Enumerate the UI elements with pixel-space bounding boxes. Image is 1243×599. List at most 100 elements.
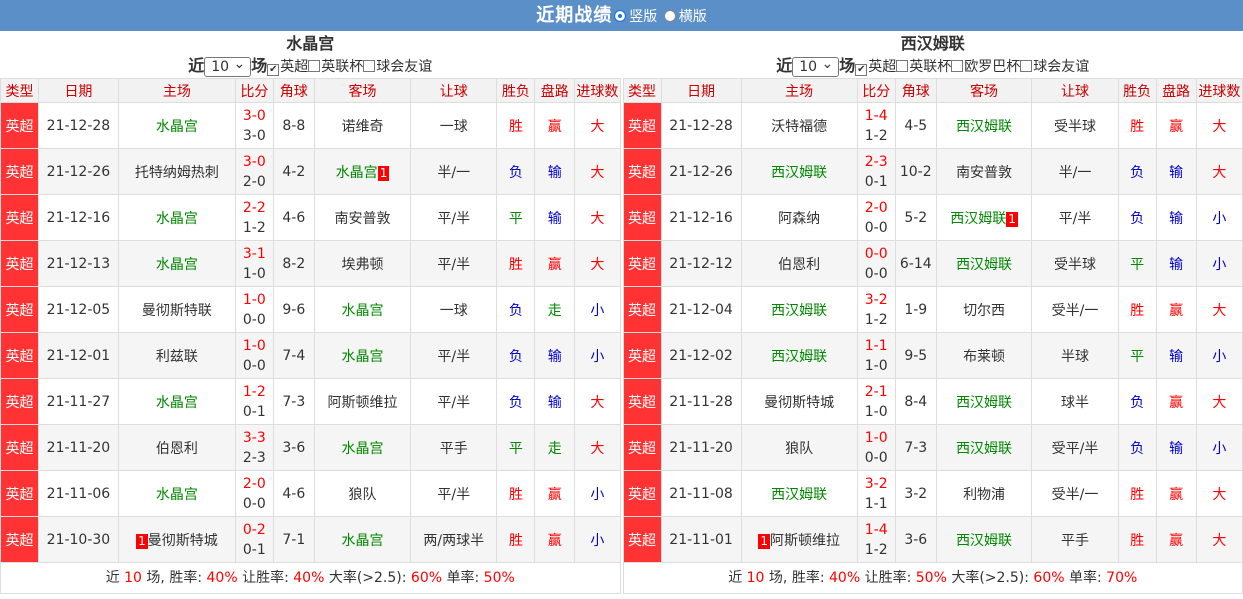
away-team-link[interactable]: 水晶宫 <box>342 533 384 549</box>
score-cell[interactable]: 2-0 0-0 <box>856 194 896 241</box>
table-row[interactable]: 英超 21-11-27 水晶宫 1-2 0-1 7-3 阿斯顿维拉 平/半负输大 <box>0 378 621 425</box>
filter-checkbox[interactable]: ✔ <box>855 64 868 76</box>
away-team-link[interactable]: 阿斯顿维拉 <box>328 395 398 411</box>
horizontal-layout-radio[interactable] <box>663 10 676 22</box>
table-row[interactable]: 英超 21-12-13 水晶宫 3-1 1-0 8-2 埃弗顿 平/半胜赢大 <box>0 240 621 287</box>
away-team-link[interactable]: 西汉姆联 <box>956 533 1012 549</box>
home-team-link[interactable]: 伯恩利 <box>156 441 198 457</box>
table-row[interactable]: 英超 21-12-28 水晶宫 3-0 3-0 8-8 诺维奇 一球胜赢大 <box>0 102 621 149</box>
away-team-link[interactable]: 水晶宫 <box>342 303 384 319</box>
score-cell[interactable]: 3-2 1-2 <box>856 286 896 333</box>
filter-checkbox[interactable]: ✔ <box>267 64 280 76</box>
table-row[interactable]: 英超 21-11-08 西汉姆联 3-2 1-1 3-2 利物浦 受半/一胜赢大 <box>622 470 1243 517</box>
home-team-link[interactable]: 伯恩利 <box>778 257 820 273</box>
away-team-link[interactable]: 西汉姆联 <box>956 257 1012 273</box>
filter-checkbox[interactable] <box>308 60 321 72</box>
score-cell[interactable]: 1-4 1-2 <box>856 516 896 563</box>
home-team-link[interactable]: 水晶宫 <box>156 119 198 135</box>
away-team-link[interactable]: 埃弗顿 <box>342 257 384 273</box>
match-result: 负 <box>496 378 536 425</box>
score-cell[interactable]: 2-2 1-2 <box>234 194 274 241</box>
home-team-link[interactable]: 阿森纳 <box>778 211 820 227</box>
away-team-link[interactable]: 南安普敦 <box>335 211 391 227</box>
home-team-link[interactable]: 曼彻斯特联 <box>142 303 212 319</box>
table-row[interactable]: 英超 21-11-01 1 阿斯顿维拉 1-4 1-2 3-6 西汉姆联 平手胜赢大 <box>622 516 1243 563</box>
away-team-link[interactable]: 南安普敦 <box>956 165 1012 181</box>
home-team-link[interactable]: 曼彻斯特城 <box>148 533 218 549</box>
home-team-link[interactable]: 沃特福德 <box>771 119 827 135</box>
home-team-link[interactable]: 狼队 <box>785 441 813 457</box>
home-team-link[interactable]: 西汉姆联 <box>771 303 827 319</box>
home-team-link[interactable]: 阿斯顿维拉 <box>770 533 840 549</box>
score-cell[interactable]: 3-2 1-1 <box>856 470 896 517</box>
score-cell[interactable]: 1-0 0-0 <box>234 332 274 379</box>
filter-checkbox[interactable] <box>363 60 376 72</box>
table-row[interactable]: 英超 21-11-06 水晶宫 2-0 0-0 4-6 狼队 平/半胜赢小 <box>0 470 621 517</box>
score-cell[interactable]: 0-2 0-1 <box>234 516 274 563</box>
vertical-layout-radio[interactable] <box>614 10 627 22</box>
away-team-link[interactable]: 西汉姆联 <box>956 395 1012 411</box>
filter-checkbox[interactable] <box>951 60 964 72</box>
table-row[interactable]: 英超 21-12-28 沃特福德 1-4 1-2 4-5 西汉姆联 受半球胜赢大 <box>622 102 1243 149</box>
table-row[interactable]: 英超 21-11-20 伯恩利 3-3 2-3 3-6 水晶宫 平手平走大 <box>0 424 621 471</box>
score-cell[interactable]: 0-0 0-0 <box>856 240 896 287</box>
home-team-cell: 曼彻斯特联 <box>117 286 236 333</box>
score-cell[interactable]: 2-1 1-0 <box>856 378 896 425</box>
home-team-link[interactable]: 水晶宫 <box>156 211 198 227</box>
home-team-link[interactable]: 托特纳姆热刺 <box>135 165 219 181</box>
home-team-link[interactable]: 西汉姆联 <box>771 165 827 181</box>
home-team-link[interactable]: 西汉姆联 <box>771 349 827 365</box>
goals-result: 小 <box>1195 332 1243 379</box>
table-row[interactable]: 英超 21-12-26 西汉姆联 2-3 0-1 10-2 南安普敦 半/一负输大 <box>622 148 1243 195</box>
table-row[interactable]: 英超 21-12-05 曼彻斯特联 1-0 0-0 9-6 水晶宫 一球负走小 <box>0 286 621 333</box>
table-row[interactable]: 英超 21-12-04 西汉姆联 3-2 1-2 1-9 切尔西 受半/一胜赢大 <box>622 286 1243 333</box>
away-team-link[interactable]: 水晶宫 <box>342 349 384 365</box>
table-row[interactable]: 英超 21-12-16 阿森纳 2-0 0-0 5-2 西汉姆联 1 平/半负输小 <box>622 194 1243 241</box>
score-cell[interactable]: 1-4 1-2 <box>856 102 896 149</box>
score-cell[interactable]: 3-3 2-3 <box>234 424 274 471</box>
score-cell[interactable]: 1-0 0-0 <box>234 286 274 333</box>
table-row[interactable]: 英超 21-11-20 狼队 1-0 0-0 7-3 西汉姆联 受平/半负输小 <box>622 424 1243 471</box>
column-header: 角球 <box>272 78 315 103</box>
score-cell[interactable]: 2-3 0-1 <box>856 148 896 195</box>
table-row[interactable]: 英超 21-12-01 利兹联 1-0 0-0 7-4 水晶宫 平/半负输小 <box>0 332 621 379</box>
score-cell[interactable]: 2-0 0-0 <box>234 470 274 517</box>
score-cell[interactable]: 3-0 2-0 <box>234 148 274 195</box>
away-team-cell: 西汉姆联 <box>935 240 1033 287</box>
table-row[interactable]: 英超 21-10-30 1 曼彻斯特城 0-2 0-1 7-1 水晶宫 两/两球半胜赢小 <box>0 516 621 563</box>
filter-checkbox[interactable] <box>896 60 909 72</box>
score-cell[interactable]: 1-0 0-0 <box>856 424 896 471</box>
away-team-link[interactable]: 水晶宫 <box>342 441 384 457</box>
away-team-link[interactable]: 西汉姆联 <box>956 441 1012 457</box>
score-cell[interactable]: 1-2 0-1 <box>234 378 274 425</box>
away-team-link[interactable]: 布莱顿 <box>963 349 1005 365</box>
away-team-link[interactable]: 诺维奇 <box>342 119 384 135</box>
away-team-link[interactable]: 西汉姆联 <box>956 119 1012 135</box>
filter-checkbox[interactable] <box>1020 60 1033 72</box>
table-row[interactable]: 英超 21-12-26 托特纳姆热刺 3-0 2-0 4-2 水晶宫 1 半/一负输大 <box>0 148 621 195</box>
table-row[interactable]: 英超 21-12-02 西汉姆联 1-1 1-0 9-5 布莱顿 半球平输小 <box>622 332 1243 379</box>
home-team-link[interactable]: 西汉姆联 <box>771 487 827 503</box>
table-row[interactable]: 英超 21-12-16 水晶宫 2-2 1-2 4-6 南安普敦 平/半平输大 <box>0 194 621 241</box>
away-team-link[interactable]: 利物浦 <box>963 487 1005 503</box>
handicap: 受半球 <box>1031 240 1119 287</box>
away-team-link[interactable]: 水晶宫 <box>336 165 378 181</box>
away-team-link[interactable]: 切尔西 <box>963 303 1005 319</box>
away-team-link[interactable]: 狼队 <box>349 487 377 503</box>
corner-count: 10-2 <box>894 148 937 195</box>
column-header: 盘路 <box>1155 78 1197 103</box>
match-count-select[interactable]: 10 <box>792 55 840 77</box>
home-team-link[interactable]: 曼彻斯特城 <box>764 395 834 411</box>
filter-bar: 近10场✔英超英联杯欧罗巴杯球会友谊 <box>623 54 1243 78</box>
home-team-link[interactable]: 水晶宫 <box>156 487 198 503</box>
home-team-link[interactable]: 利兹联 <box>156 349 198 365</box>
score-cell[interactable]: 1-1 1-0 <box>856 332 896 379</box>
score-cell[interactable]: 3-0 3-0 <box>234 102 274 149</box>
home-team-link[interactable]: 水晶宫 <box>156 257 198 273</box>
score-cell[interactable]: 3-1 1-0 <box>234 240 274 287</box>
table-row[interactable]: 英超 21-11-28 曼彻斯特城 2-1 1-0 8-4 西汉姆联 球半负赢大 <box>622 378 1243 425</box>
home-team-link[interactable]: 水晶宫 <box>156 395 198 411</box>
table-row[interactable]: 英超 21-12-12 伯恩利 0-0 0-0 6-14 西汉姆联 受半球平输小 <box>622 240 1243 287</box>
match-count-select[interactable]: 10 <box>204 55 252 77</box>
away-team-link[interactable]: 西汉姆联 <box>950 211 1006 227</box>
